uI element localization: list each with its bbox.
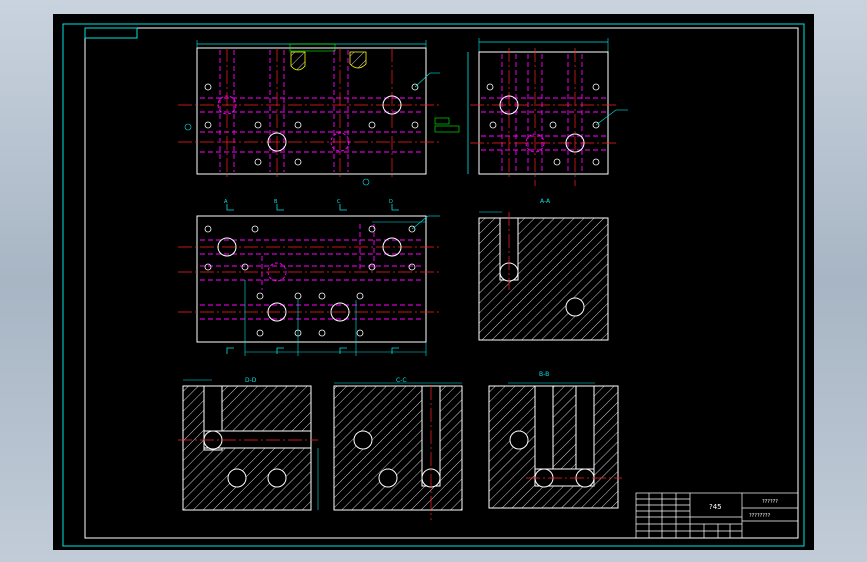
section-d-d-label: D-D	[245, 377, 257, 384]
drawing-canvas: A B C D A-A D-D C-C B-B ?45 ?????? ?????…	[62, 23, 805, 547]
marker-b-top: B	[274, 199, 278, 205]
drawing-title-text: ??????	[762, 499, 778, 505]
drawing-number-text: ????????	[749, 513, 771, 519]
marker-d-top: D	[389, 199, 393, 205]
section-a-a-label: A-A	[540, 198, 551, 205]
material-text: ?45	[709, 503, 722, 511]
section-view-a-a: A-A	[478, 198, 609, 341]
plan-view-main	[178, 40, 460, 186]
marker-a-top: A	[224, 199, 228, 205]
plan-view-sections: A B C D	[178, 199, 440, 356]
section-view-b-b: B-B	[488, 371, 622, 509]
pocket-right	[349, 51, 367, 69]
corner-label-box	[84, 27, 138, 39]
pocket-left	[290, 51, 306, 71]
section-view-d-d: D-D	[178, 377, 319, 511]
plan-view-side	[467, 38, 628, 186]
section-b-b-label: B-B	[539, 371, 549, 378]
marker-c-top: C	[337, 199, 341, 205]
cad-viewport[interactable]: A B C D A-A D-D C-C B-B ?45 ?????? ?????…	[53, 14, 814, 550]
section-view-c-c: C-C	[333, 377, 463, 520]
